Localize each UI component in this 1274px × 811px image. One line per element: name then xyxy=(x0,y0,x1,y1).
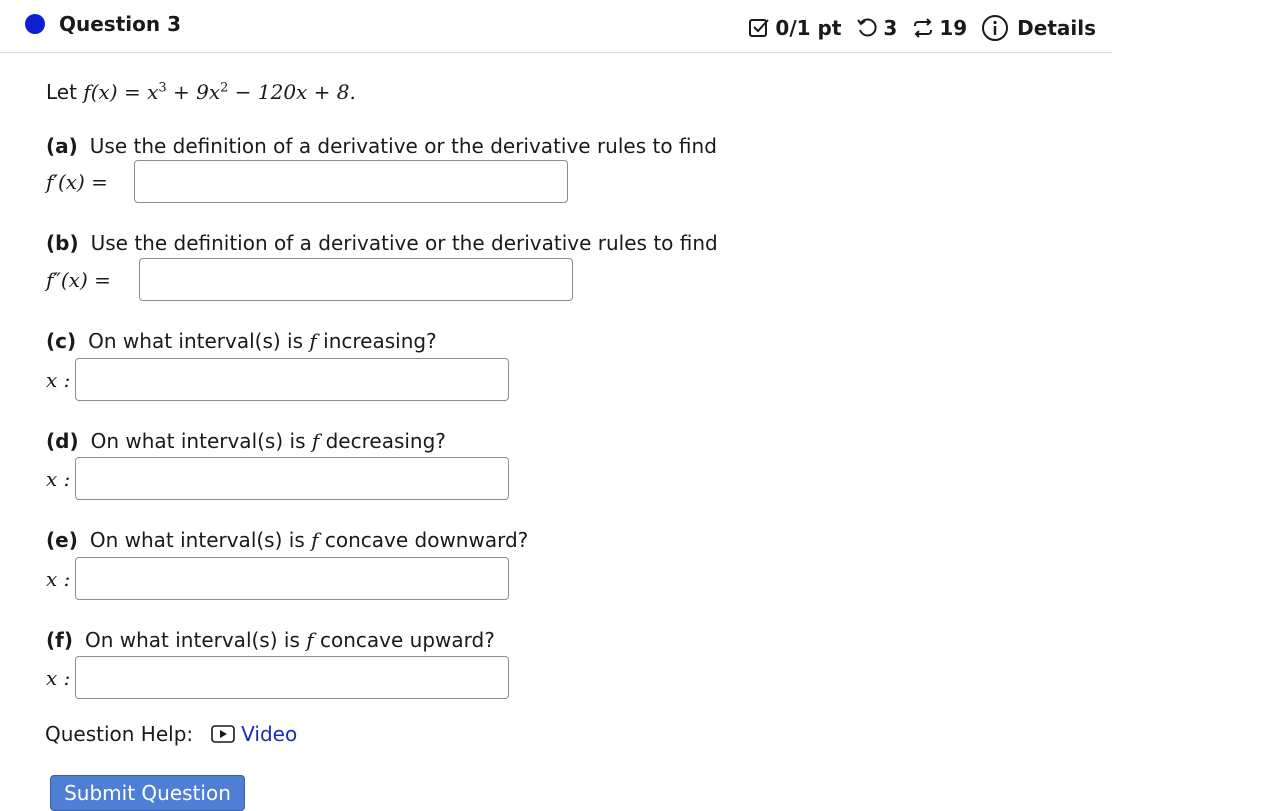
part-c-text-post: increasing? xyxy=(316,329,437,353)
part-a-answer-input[interactable] xyxy=(134,160,568,203)
part-e-fn: f xyxy=(311,528,319,552)
part-b-tag: (b) xyxy=(46,231,79,255)
submit-question-button[interactable]: Submit Question xyxy=(50,775,245,811)
part-d-tag: (d) xyxy=(46,429,79,453)
info-icon xyxy=(982,15,1009,41)
stem-term2: + 9x xyxy=(166,80,221,104)
stem-term3: − 120x + 8. xyxy=(228,80,356,104)
part-f-answer-label: x : xyxy=(46,666,71,690)
question-stem: Let f(x) = x3 + 9x2 − 120x + 8. xyxy=(46,80,356,104)
part-a-text: Use the definition of a derivative or th… xyxy=(89,134,717,158)
retry-icon xyxy=(857,18,877,37)
details-label: Details xyxy=(1017,16,1096,40)
part-f-fn: f xyxy=(306,628,314,652)
part-f-text-post: concave upward? xyxy=(313,628,495,652)
stem-term1: x xyxy=(147,80,159,104)
part-f-tag: (f) xyxy=(46,628,73,652)
question-title: Question 3 xyxy=(59,12,181,36)
part-d-answer-label: x : xyxy=(46,467,71,491)
part-d-answer-input[interactable] xyxy=(75,457,509,500)
part-e-question: (e) On what interval(s) is f concave down… xyxy=(46,528,528,552)
part-e-tag: (e) xyxy=(46,528,78,552)
part-b-text: Use the definition of a derivative or th… xyxy=(90,231,718,255)
part-c-fn: f xyxy=(309,329,317,353)
question-header: Question 3 0/1 pt 3 19 Details xyxy=(0,0,1112,53)
stem-function-lhs: f(x) = xyxy=(83,80,148,104)
part-b-question: (b) Use the definition of a derivative or… xyxy=(46,231,718,255)
score-indicator: 0/1 pt xyxy=(747,16,841,40)
video-link-label: Video xyxy=(241,722,298,746)
part-c-question: (c) On what interval(s) is f increasing? xyxy=(46,329,437,353)
details-link[interactable]: Details xyxy=(981,14,1096,42)
submissions-count: 19 xyxy=(939,16,968,40)
submissions-icon xyxy=(914,18,933,38)
part-b-answer-label: f″(x) = xyxy=(46,268,111,292)
part-e-answer-input[interactable] xyxy=(75,557,509,600)
question-meta: 0/1 pt 3 19 Details xyxy=(733,14,1096,42)
part-a-answer-label: f′(x) = xyxy=(46,170,108,194)
part-e-answer-label: x : xyxy=(46,567,71,591)
part-a-question: (a) Use the definition of a derivative or… xyxy=(46,134,717,158)
part-c-tag: (c) xyxy=(46,329,77,353)
question-status-dot xyxy=(25,14,45,34)
part-b-answer-input[interactable] xyxy=(139,258,573,301)
part-f-text-pre: On what interval(s) is xyxy=(84,628,307,652)
part-f-question: (f) On what interval(s) is f concave upwa… xyxy=(46,628,495,652)
retries-count: 3 xyxy=(883,16,898,40)
question-help-label: Question Help: xyxy=(45,722,194,746)
stem-exp1: 3 xyxy=(158,80,167,96)
part-a-tag: (a) xyxy=(46,134,78,158)
stem-prefix: Let xyxy=(46,80,84,104)
part-d-text-post: decreasing? xyxy=(319,429,446,453)
part-e-text-pre: On what interval(s) is xyxy=(89,528,312,552)
part-d-question: (d) On what interval(s) is f decreasing? xyxy=(46,429,446,453)
submissions-indicator: 19 xyxy=(911,16,967,40)
retries-indicator: 3 xyxy=(855,16,897,40)
score-text: 0/1 pt xyxy=(775,16,842,40)
part-e-text-post: concave downward? xyxy=(318,528,529,552)
part-f-answer-input[interactable] xyxy=(75,656,509,699)
video-link[interactable]: Video xyxy=(211,722,297,746)
question-help: Question Help: Video xyxy=(45,722,297,746)
part-c-text-pre: On what interval(s) is xyxy=(88,329,310,353)
part-c-answer-label: x : xyxy=(46,368,71,392)
checkbox-icon xyxy=(749,19,770,37)
video-play-icon xyxy=(211,725,235,743)
part-d-text-pre: On what interval(s) is xyxy=(90,429,312,453)
part-c-answer-input[interactable] xyxy=(75,358,509,401)
